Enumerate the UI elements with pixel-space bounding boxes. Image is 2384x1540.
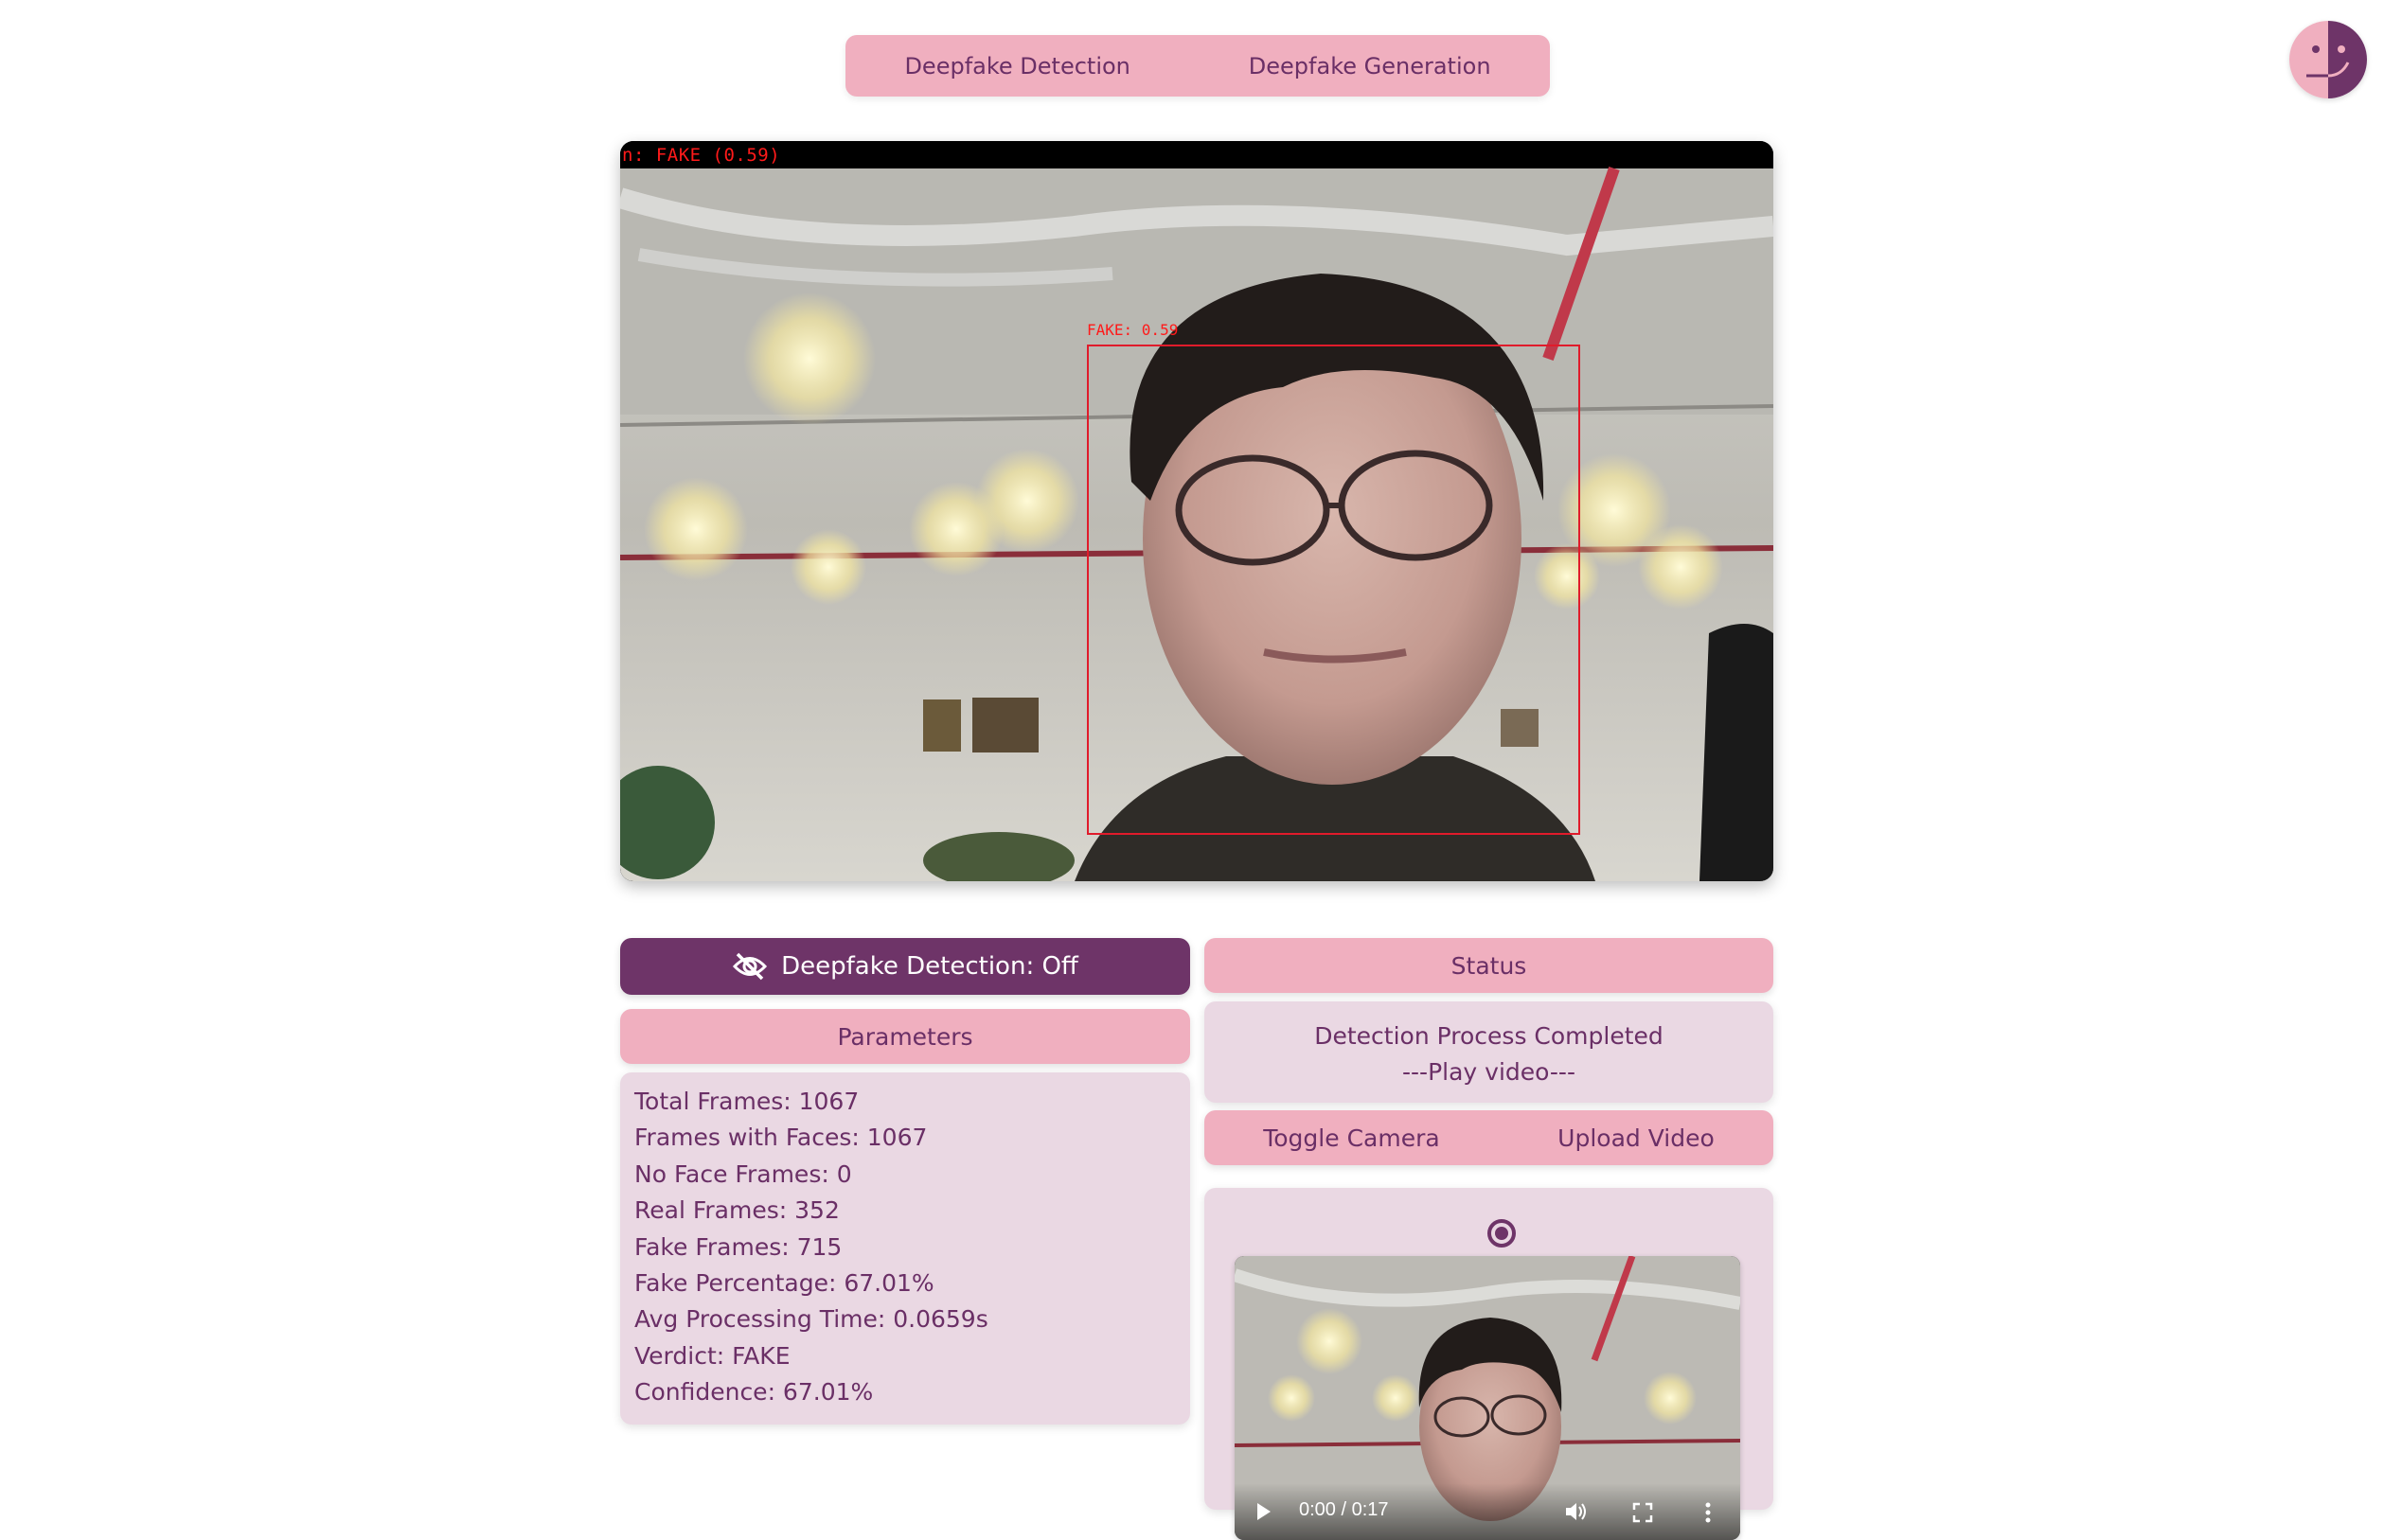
param-fake-percentage: Fake Percentage: 67.01% [634, 1269, 934, 1298]
top-nav: Deepfake Detection Deepfake Generation [845, 35, 1550, 97]
param-frames-with-faces: Frames with Faces: 1067 [634, 1124, 928, 1152]
face-score-label: FAKE: 0.59 [1087, 321, 1179, 339]
deepfake-detection-toggle-button[interactable]: Deepfake Detection: Off [620, 938, 1190, 995]
more-options-icon[interactable] [1704, 1502, 1712, 1523]
status-panel: Detection Process Completed ---Play vide… [1204, 1001, 1773, 1103]
param-total-frames: Total Frames: 1067 [634, 1088, 860, 1115]
face-logo-icon [2289, 21, 2367, 98]
volume-icon[interactable] [1564, 1501, 1589, 1522]
frame-verdict-label: n: FAKE (0.59) [622, 145, 781, 166]
upload-video-button[interactable]: Upload Video [1557, 1124, 1715, 1152]
toggle-camera-button[interactable]: Toggle Camera [1263, 1124, 1439, 1152]
status-header: Status [1204, 938, 1773, 993]
play-icon[interactable] [1255, 1502, 1272, 1521]
player-controls: 0:00 / 0:17 [1235, 1483, 1740, 1540]
video-player-panel: 0:00 / 0:17 [1204, 1188, 1773, 1540]
player-time: 0:00 / 0:17 [1299, 1499, 1389, 1520]
param-real-frames: Real Frames: 352 [634, 1196, 840, 1225]
face-bounding-box [1087, 345, 1580, 835]
status-title: Status [1450, 951, 1527, 980]
record-icon[interactable] [1486, 1218, 1517, 1248]
param-no-face-frames: No Face Frames: 0 [634, 1159, 852, 1188]
param-avg-processing-time: Avg Processing Time: 0.0659s [634, 1305, 988, 1334]
tab-deepfake-detection[interactable]: Deepfake Detection [885, 53, 1148, 80]
detection-toggle-label: Deepfake Detection: Off [781, 952, 1078, 981]
detection-video-frame[interactable]: n: FAKE (0.59) FAKE: 0.59 [620, 141, 1773, 881]
media-source-bar: Toggle Camera Upload Video [1204, 1110, 1773, 1165]
fullscreen-icon[interactable] [1632, 1502, 1653, 1523]
parameters-list: Total Frames: 1067 Frames with Faces: 10… [634, 1084, 988, 1411]
param-fake-frames: Fake Frames: 715 [634, 1232, 843, 1261]
parameters-panel: Total Frames: 1067 Frames with Faces: 10… [620, 1072, 1190, 1425]
tab-deepfake-generation[interactable]: Deepfake Generation [1230, 53, 1510, 80]
parameters-header: Parameters [620, 1009, 1190, 1064]
app-logo[interactable] [2289, 21, 2367, 98]
param-verdict: Verdict: FAKE [634, 1341, 791, 1370]
status-message: Detection Process Completed [1314, 1022, 1663, 1050]
param-confidence: Confidence: 67.01% [634, 1378, 874, 1407]
uploaded-video-player[interactable]: 0:00 / 0:17 [1235, 1256, 1740, 1540]
parameters-title: Parameters [837, 1022, 973, 1051]
status-hint: ---Play video--- [1402, 1058, 1575, 1086]
eye-off-icon [733, 952, 768, 981]
